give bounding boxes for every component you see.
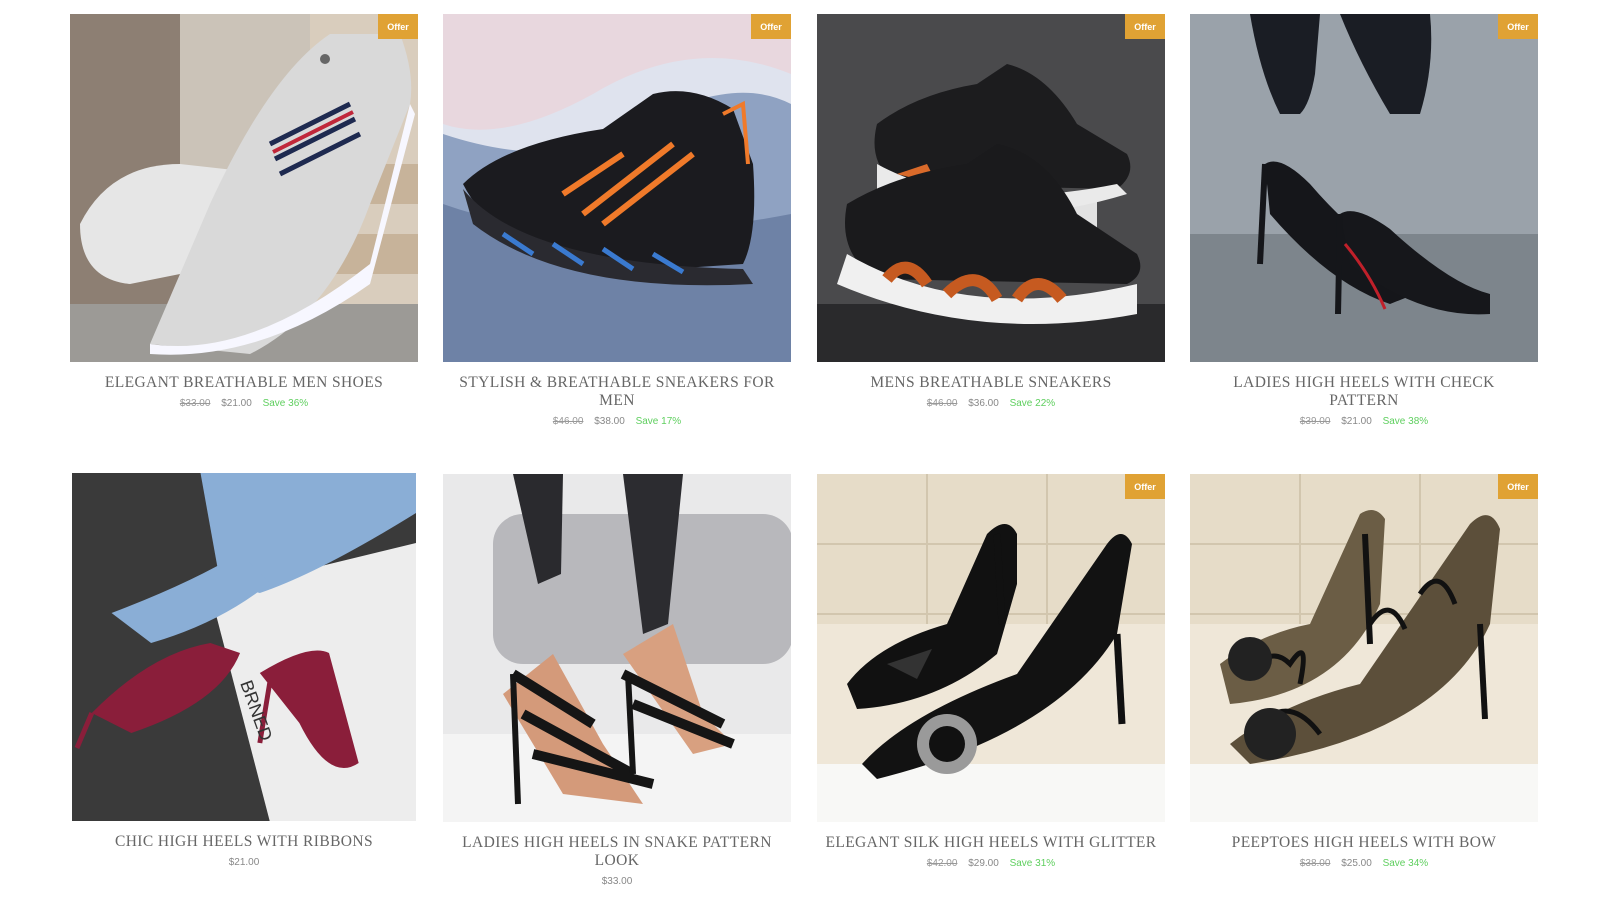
original-price: $46.00 [926, 398, 958, 409]
sale-price: $36.00 [968, 398, 999, 409]
offer-badge: Offer [1498, 14, 1538, 39]
product-image[interactable]: Offer [443, 14, 791, 362]
sale-price: $33.00 [601, 876, 633, 887]
product-title[interactable]: CHIC HIGH HEELS WITH RIBBONS [72, 833, 416, 851]
original-price: $46.00 [552, 416, 584, 427]
save-label: Save 31% [1009, 858, 1056, 869]
sale-price: $21.00 [221, 398, 252, 409]
product-image[interactable]: Offer [1190, 14, 1538, 362]
product-title[interactable]: ELEGANT BREATHABLE MEN SHOES [70, 374, 418, 392]
product-card[interactable]: Offer MENS BREATHABLE SNEAKERS $46.00 $3… [817, 14, 1165, 409]
price-row: $46.00 $36.00 Save 22% [817, 398, 1165, 409]
price-row: $42.00 $29.00 Save 31% [817, 858, 1165, 869]
offer-badge: Offer [1498, 474, 1538, 499]
product-title[interactable]: LADIES HIGH HEELS WITH CHECK PATTERN [1190, 374, 1538, 410]
save-label: Save 17% [635, 416, 682, 427]
product-card[interactable]: Offer ELEGANT BREATHABLE MEN SHOES $33.0… [70, 14, 418, 409]
price-row: $33.00 [443, 876, 791, 887]
save-label: Save 36% [262, 398, 309, 409]
product-image[interactable]: Offer [70, 14, 418, 362]
sale-price: $29.00 [968, 858, 999, 869]
product-card[interactable]: Offer ELEGANT SILK HIGH HEELS WITH GLITT… [817, 474, 1165, 869]
product-title[interactable]: LADIES HIGH HEELS IN SNAKE PATTERN LOOK [443, 834, 791, 870]
sale-price: $25.00 [1341, 858, 1372, 869]
product-card[interactable]: LADIES HIGH HEELS IN SNAKE PATTERN LOOK … [443, 474, 791, 887]
price-row: $33.00 $21.00 Save 36% [70, 398, 418, 409]
save-label: Save 22% [1009, 398, 1056, 409]
product-image[interactable]: BRNED [72, 473, 416, 821]
product-card[interactable]: Offer STYLISH & BREATHABLE SNEAKERS FOR … [443, 14, 791, 427]
product-title[interactable]: STYLISH & BREATHABLE SNEAKERS FOR MEN [443, 374, 791, 410]
product-title[interactable]: PEEPTOES HIGH HEELS WITH BOW [1190, 834, 1538, 852]
product-image[interactable] [443, 474, 791, 822]
original-price: $38.00 [1299, 858, 1331, 869]
product-title[interactable]: ELEGANT SILK HIGH HEELS WITH GLITTER [817, 834, 1165, 852]
sale-price: $21.00 [1341, 416, 1372, 427]
product-card[interactable]: BRNED CHIC HIGH HEELS WITH RIBBONS $21.0… [72, 473, 416, 868]
sale-price: $38.00 [594, 416, 625, 427]
original-price: $33.00 [179, 398, 211, 409]
offer-badge: Offer [1125, 14, 1165, 39]
product-card[interactable]: Offer PEEPTOES HIGH HEELS WITH BOW $38.0… [1190, 474, 1538, 869]
product-image[interactable]: Offer [817, 474, 1165, 822]
save-label: Save 34% [1382, 858, 1429, 869]
original-price: $39.00 [1299, 416, 1331, 427]
offer-badge: Offer [751, 14, 791, 39]
product-image[interactable]: Offer [817, 14, 1165, 362]
price-row: $21.00 [72, 857, 416, 868]
price-row: $46.00 $38.00 Save 17% [443, 416, 791, 427]
price-row: $38.00 $25.00 Save 34% [1190, 858, 1538, 869]
offer-badge: Offer [1125, 474, 1165, 499]
product-card[interactable]: Offer LADIES HIGH HEELS WITH CHECK PATTE… [1190, 14, 1538, 427]
save-label: Save 38% [1382, 416, 1429, 427]
price-row: $39.00 $21.00 Save 38% [1190, 416, 1538, 427]
product-image[interactable]: Offer [1190, 474, 1538, 822]
offer-badge: Offer [378, 14, 418, 39]
sale-price: $21.00 [228, 857, 260, 868]
product-title[interactable]: MENS BREATHABLE SNEAKERS [817, 374, 1165, 392]
original-price: $42.00 [926, 858, 958, 869]
